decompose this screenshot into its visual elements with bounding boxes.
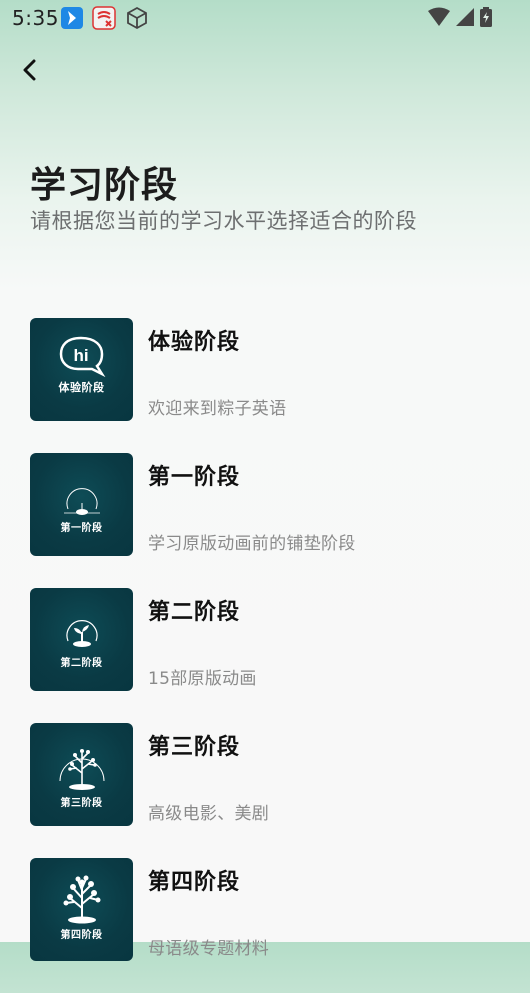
sprout-icon [66,620,98,647]
stage-name: 第二阶段 [148,600,241,625]
stage-name: 第三阶段 [148,735,241,760]
status-bar: 5:35 [0,0,530,36]
stage-item-experience[interactable]: hi 体验阶段 体验阶段 欢迎来到粽子英语 [30,318,500,453]
small-tree-icon [59,749,105,790]
stage-list: hi 体验阶段 体验阶段 欢迎来到粽子英语 第一阶段 第一阶段 学习原版动画前的… [30,318,500,993]
stage-description: 学习原版动画前的铺垫阶段 [148,534,356,554]
hi-bubble-icon: hi [59,336,106,378]
app-notification-icon [60,6,84,30]
stage-item-1[interactable]: 第一阶段 第一阶段 学习原版动画前的铺垫阶段 [30,453,500,588]
stage-name: 第一阶段 [148,465,241,490]
stage-name: 第四阶段 [148,870,241,895]
stage-thumbnail-label: 第二阶段 [60,658,103,669]
stage-item-4[interactable]: 第四阶段 第四阶段 母语级专题材料 [30,858,500,993]
stage-description: 母语级专题材料 [148,939,270,959]
stage-thumbnail: 第二阶段 [30,588,133,691]
cube-icon [125,6,149,30]
stage-description: 15部原版动画 [148,669,257,689]
stage-item-3[interactable]: 第三阶段 第三阶段 高级电影、美剧 [30,723,500,858]
stage-thumbnail: 第一阶段 [30,453,133,556]
chevron-left-icon [20,59,40,85]
status-time: 5:35 [12,6,59,30]
stage-description: 欢迎来到粽子英语 [148,399,287,419]
stage-description: 高级电影、美剧 [148,804,270,824]
stage-thumbnail-label: 第一阶段 [60,523,103,534]
stage-name: 体验阶段 [148,330,241,355]
battery-charging-icon [480,7,492,31]
app-notification-icon-2 [92,6,116,30]
stage-thumbnail: 第四阶段 [30,858,133,961]
page-title: 学习阶段 [30,165,179,206]
page-subtitle: 请根据您当前的学习水平选择适合的阶段 [30,209,417,233]
stage-thumbnail-label: 第四阶段 [60,930,103,941]
stage-thumbnail-label: 体验阶段 [58,381,105,394]
wifi-icon [428,7,450,31]
stage-thumbnail-label: 第三阶段 [60,798,103,809]
back-button[interactable] [14,56,46,88]
stage-item-2[interactable]: 第二阶段 第二阶段 15部原版动画 [30,588,500,723]
stage-thumbnail: 第三阶段 [30,723,133,826]
cell-signal-icon [456,8,474,30]
big-tree-icon [63,875,101,924]
stage-thumbnail: hi 体验阶段 [30,318,133,421]
seed-icon [64,488,100,515]
svg-text:hi: hi [73,346,88,365]
